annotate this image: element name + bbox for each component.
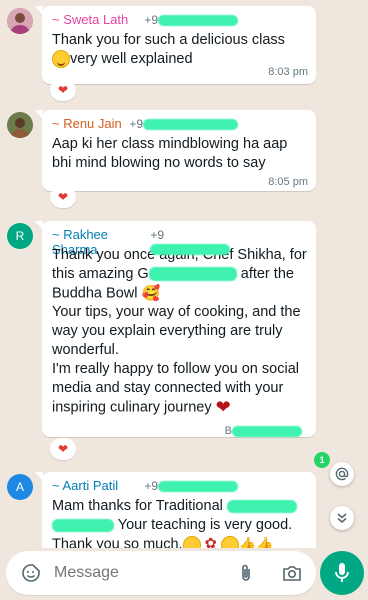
message-bubble[interactable]: ~ Renu Jain +9 Aap ki her class mindblow…	[35, 110, 316, 191]
avatar[interactable]: R	[7, 223, 33, 249]
message-time: 8:05 pm	[268, 176, 308, 188]
message-bubble[interactable]: ~ Sweta Lath +9 Thank you for such a del…	[35, 6, 316, 84]
thumbs-up-emoji-icon: 👍👍	[238, 536, 274, 548]
smile-emoji-icon	[220, 535, 239, 548]
message-input[interactable]	[54, 564, 204, 582]
heart-reaction-icon[interactable]: ❤	[50, 438, 76, 460]
avatar[interactable]: A	[7, 474, 33, 500]
sender-phone: +9	[144, 13, 238, 27]
avatar-letter: R	[15, 229, 25, 243]
sender-name[interactable]: ~ Sweta Lath	[52, 12, 128, 27]
sender-phone: +9	[129, 117, 238, 131]
heart-reaction-icon[interactable]: ❤	[50, 79, 76, 101]
chat-area[interactable]: ~ Sweta Lath +9 Thank you for such a del…	[0, 0, 368, 548]
avatar[interactable]	[7, 112, 33, 138]
smile-emoji-icon	[182, 535, 201, 548]
sender-phone: +9	[144, 479, 238, 493]
message-time: B	[225, 425, 302, 437]
red-heart-emoji-icon: ❤	[215, 397, 231, 418]
message-text: Aap ki her class mindblowing ha aap bhi …	[52, 136, 288, 171]
heart-eyes-emoji-icon: 🥰	[141, 285, 161, 302]
unread-count-badge: 1	[314, 452, 330, 468]
sender-name[interactable]: ~ Renu Jain	[52, 116, 122, 131]
avatar-photo	[7, 8, 33, 34]
message-time: 8:03 pm	[268, 66, 308, 78]
paperclip-icon[interactable]	[239, 563, 253, 588]
message-text: Thank you once again, Chef Shikha, for t…	[52, 247, 307, 418]
smile-emoji-icon	[52, 50, 70, 69]
avatar-letter: A	[15, 480, 24, 494]
message-composer	[6, 551, 316, 595]
rose-emoji-icon: ✿	[204, 536, 217, 548]
double-chevron-down-icon[interactable]	[330, 506, 354, 530]
message-text: Mam thanks for Traditional Your teaching…	[52, 497, 308, 548]
message-text: Thank you for such a delicious class ver…	[52, 32, 285, 69]
at-icon[interactable]	[330, 462, 354, 486]
avatar[interactable]	[7, 8, 33, 34]
camera-icon[interactable]	[282, 564, 302, 587]
sticker-icon[interactable]	[20, 562, 42, 584]
message-bubble[interactable]: ~ Rakhee Sharma +9 Thank you once again,…	[35, 221, 316, 437]
heart-reaction-icon[interactable]: ❤	[50, 186, 76, 208]
avatar-photo	[7, 112, 33, 138]
sender-phone: +9	[150, 228, 238, 256]
message-bubble[interactable]: ~ Aarti Patil +9 Mam thanks for Traditio…	[35, 472, 316, 548]
mic-icon[interactable]	[320, 551, 364, 595]
sender-name[interactable]: ~ Aarti Patil	[52, 478, 118, 493]
